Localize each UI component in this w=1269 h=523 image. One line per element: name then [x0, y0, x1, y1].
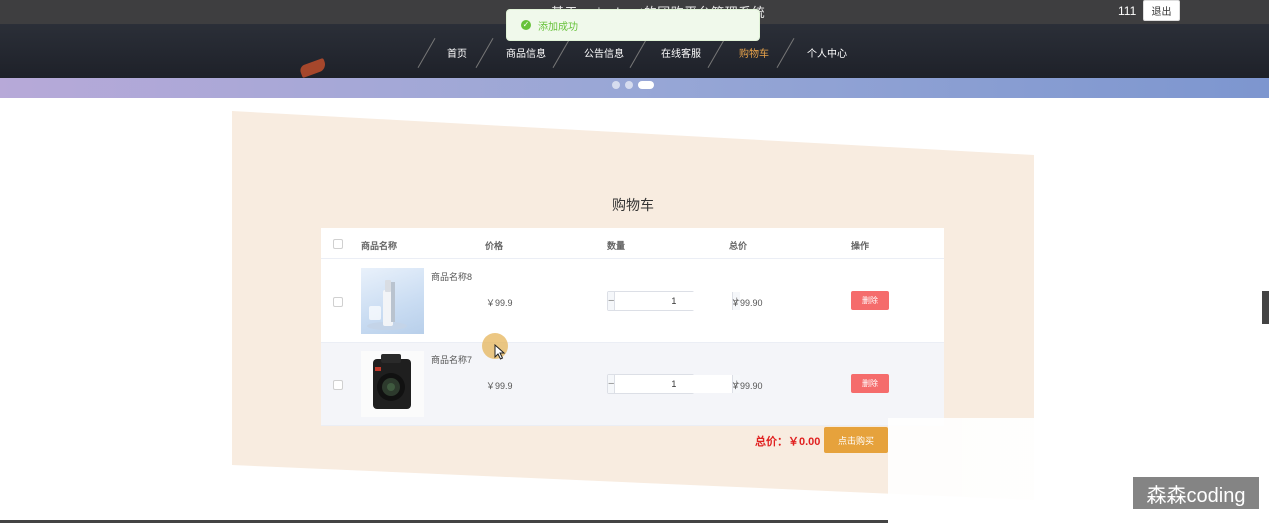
nav-cart[interactable]: 购物车 — [739, 45, 769, 60]
decorative-brush-stroke — [298, 57, 328, 79]
row-subtotal: ￥99.90 — [731, 381, 763, 391]
nav-profile[interactable]: 个人中心 — [807, 45, 847, 60]
product-name: 商品名称8 — [431, 272, 473, 282]
delete-button[interactable]: 删除 — [851, 374, 889, 393]
column-header-name: 商品名称 — [361, 241, 398, 251]
nav-separator — [629, 38, 648, 68]
mouse-cursor-icon — [494, 344, 506, 360]
nav-separator — [475, 38, 494, 68]
column-header-total: 总价 — [729, 241, 748, 251]
decrease-quantity-button[interactable]: − — [608, 292, 616, 310]
row-checkbox[interactable] — [333, 380, 343, 390]
scrollbar-thumb[interactable] — [1262, 291, 1269, 324]
column-header-price: 价格 — [485, 241, 504, 251]
column-header-quantity: 数量 — [607, 241, 626, 251]
carousel-dot-1[interactable] — [612, 81, 620, 89]
quantity-stepper: − + — [607, 374, 740, 394]
quantity-input[interactable] — [615, 292, 733, 310]
nav-announcements[interactable]: 公告信息 — [584, 45, 624, 60]
logout-button[interactable]: 退出 — [1143, 0, 1180, 21]
delete-button[interactable]: 删除 — [851, 291, 889, 310]
success-toast: ✓ 添加成功 — [506, 9, 760, 41]
select-all-checkbox[interactable] — [333, 239, 343, 249]
nav-products[interactable]: 商品信息 — [506, 45, 546, 60]
product-name: 商品名称7 — [431, 355, 473, 365]
perfume-bottle-product-image[interactable] — [361, 268, 424, 334]
nav-customer-service[interactable]: 在线客服 — [661, 45, 701, 60]
nav-separator — [552, 38, 571, 68]
table-row: 商品名称7 ￥99.9 − + ￥99.90 删除 — [321, 343, 944, 426]
check-circle-icon: ✓ — [521, 20, 531, 30]
user-name: 111 — [1118, 4, 1137, 18]
carousel-banner — [0, 78, 1269, 98]
quantity-input[interactable] — [615, 375, 733, 393]
table-row: 商品名称8 ￥99.9 − + ￥99.90 删除 — [321, 260, 944, 343]
nav-separator — [417, 38, 436, 68]
cart-title: 购物车 — [612, 197, 654, 213]
watermark: 森森coding — [1133, 477, 1259, 509]
carousel-dot-3[interactable] — [638, 81, 654, 89]
carousel-dot-2[interactable] — [625, 81, 633, 89]
row-checkbox[interactable] — [333, 297, 343, 307]
nav-separator — [707, 38, 726, 68]
camera-product-image[interactable] — [361, 351, 424, 417]
column-header-action: 操作 — [851, 241, 870, 251]
toast-message: 添加成功 — [538, 21, 578, 33]
product-price: ￥99.9 — [486, 381, 513, 391]
table-header: 商品名称 价格 数量 总价 操作 — [321, 228, 944, 259]
decrease-quantity-button[interactable]: − — [608, 375, 616, 393]
quantity-stepper: − + — [607, 291, 740, 311]
buy-button[interactable]: 点击购买 — [824, 427, 888, 453]
row-subtotal: ￥99.90 — [731, 298, 763, 308]
nav-home[interactable]: 首页 — [447, 45, 467, 60]
cart-total: 总价：￥0.00 — [755, 436, 821, 448]
cart-table: 商品名称 价格 数量 总价 操作 商品名称8 ￥99.9 − + ￥99.90 … — [321, 228, 944, 426]
nav-separator — [776, 38, 795, 68]
product-price: ￥99.9 — [486, 298, 513, 308]
